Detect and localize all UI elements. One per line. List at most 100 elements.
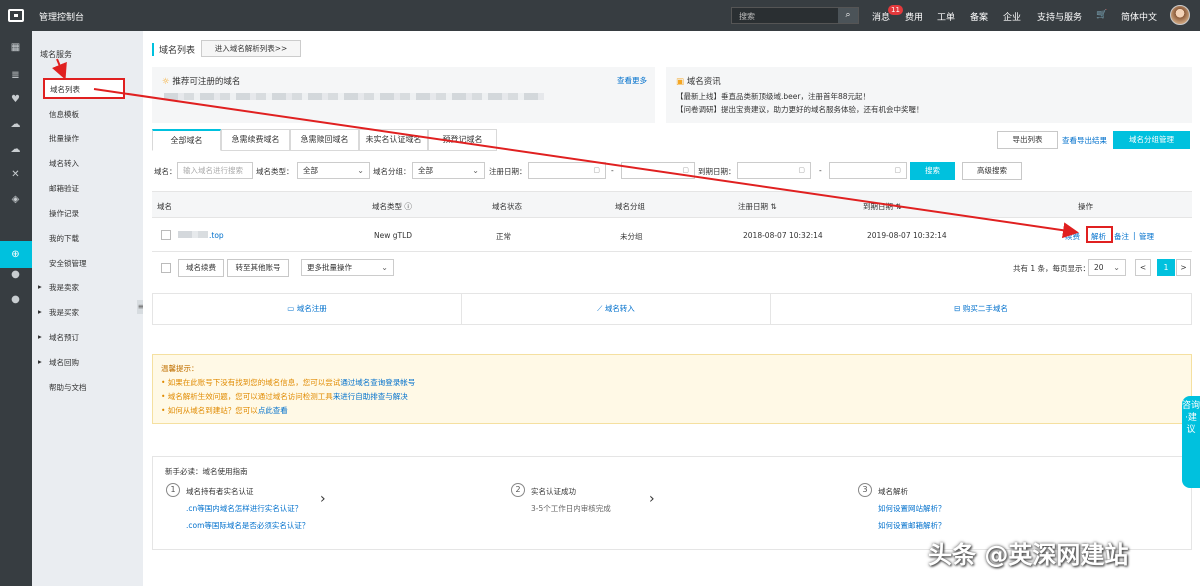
cloud-upload-icon[interactable]: ☁ <box>10 145 21 155</box>
chevron-right-icon[interactable]: ▸ <box>38 307 42 316</box>
group-select[interactable]: 全部 ⌄ <box>412 162 485 179</box>
resolve-link[interactable]: 解析 <box>1091 231 1106 242</box>
consult-tab[interactable]: 咨询·建议 <box>1182 396 1200 488</box>
nav-language[interactable]: 简体中文 <box>1121 10 1157 23</box>
sidebar-item-downloads[interactable]: 我的下载 <box>49 233 79 244</box>
nav-billing[interactable]: 费用 <box>905 10 923 23</box>
avatar[interactable] <box>1170 5 1190 25</box>
domain-name-link[interactable]: .top <box>209 231 224 240</box>
chevron-right-icon[interactable]: ▸ <box>38 332 42 341</box>
renew-link[interactable]: 续费 <box>1065 231 1080 242</box>
nav-support[interactable]: 支持与服务 <box>1037 10 1082 23</box>
tab-unverified[interactable]: 未实名认证域名 <box>359 129 428 151</box>
buy-secondhand-action[interactable]: ⊟ 购买二手域名 <box>771 294 1191 324</box>
chevron-right-icon[interactable]: ▸ <box>38 357 42 366</box>
search-button[interactable]: 搜索 <box>910 162 955 180</box>
select-all-checkbox[interactable] <box>161 263 171 273</box>
prev-page-button[interactable]: < <box>1135 259 1151 276</box>
tip-line-1: • 如果在此账号下没有找到您的域名信息，您可以尝试通过域名查询登录帐号 <box>161 378 416 387</box>
domain-search-input[interactable]: 输入域名进行搜索 <box>177 162 253 179</box>
recommend-more-link[interactable]: 查看更多 <box>617 75 647 86</box>
heart-icon[interactable]: ♥ <box>10 95 21 105</box>
tip-line-2: • 域名解析生效问题，您可以通过域名访问检测工具来进行自助排查与解决 <box>161 392 408 401</box>
sidebar-item-info-template[interactable]: 信息模板 <box>49 109 79 120</box>
bulk-renew-button[interactable]: 域名续费 <box>178 259 224 277</box>
nav-enterprise[interactable]: 企业 <box>1003 10 1021 23</box>
type-label: 域名类型： <box>256 167 294 176</box>
step-2-sub: 3-5个工作日内审核完成 <box>531 504 611 513</box>
circle-icon[interactable]: ● <box>10 295 21 305</box>
sidebar-item-security-lock[interactable]: 安全锁管理 <box>49 258 87 269</box>
messages-badge: 11 <box>888 5 903 15</box>
step-1-link-1[interactable]: .cn等国内域名怎样进行实名认证？ <box>186 503 302 514</box>
sidebar-item-email-verify[interactable]: 邮箱验证 <box>49 183 79 194</box>
step-3-link-2[interactable]: 如何设置邮箱解析？ <box>878 520 946 531</box>
nav-messages[interactable]: 消息 <box>872 10 890 23</box>
sidebar-group-buyback[interactable]: 域名回购 <box>49 357 79 368</box>
nav-icp[interactable]: 备案 <box>970 10 988 23</box>
tab-redeem[interactable]: 急需赎回域名 <box>290 129 359 151</box>
quick-actions: ▭ 域名注册 ⟋ 域名转入 ⊟ 购买二手域名 <box>152 293 1192 325</box>
exp-date-end[interactable]: ▢ <box>829 162 907 179</box>
global-search[interactable]: 搜索 ⌕ <box>731 7 859 24</box>
next-page-button[interactable]: > <box>1176 259 1191 276</box>
cart-icon[interactable]: 🛒 <box>1096 10 1107 20</box>
globe-icon[interactable]: ⊕ <box>10 250 21 260</box>
register-domain-action[interactable]: ▭ 域名注册 <box>153 294 462 324</box>
news-line-1[interactable]: 【最新上线】垂直品类新顶级域.beer，注册首年88元起！ <box>676 91 870 102</box>
search-icon[interactable]: ⌕ <box>838 8 858 23</box>
view-export-link[interactable]: 查看导出结果 <box>1062 135 1107 146</box>
sidebar-group-buyer[interactable]: 我是买家 <box>49 307 79 318</box>
guide-title: 新手必读：域名使用指南 <box>165 467 248 476</box>
reg-date-start[interactable]: ▢ <box>528 162 606 179</box>
row-checkbox[interactable] <box>161 230 171 240</box>
step-3-link-1[interactable]: 如何设置网站解析？ <box>878 503 946 514</box>
tip-link-login[interactable]: 通过域名查询登录帐号 <box>340 378 415 387</box>
news-line-2[interactable]: 【问卷调研】提出宝贵建议，助力更好的域名服务体验，还有机会中奖喔！ <box>676 104 924 115</box>
search-input[interactable]: 搜索 <box>739 11 755 22</box>
tab-all[interactable]: 全部域名 <box>152 129 221 151</box>
sidebar-item-op-log[interactable]: 操作记录 <box>49 208 79 219</box>
console-title[interactable]: 管理控制台 <box>39 10 84 23</box>
tip-link-tool[interactable]: 来进行自助排查与解决 <box>333 392 408 401</box>
calendar-icon: ▢ <box>682 166 689 174</box>
sidebar-group-seller[interactable]: 我是卖家 <box>49 282 79 293</box>
chevron-right-icon[interactable]: ▸ <box>38 282 42 291</box>
remark-link[interactable]: 备注 <box>1114 231 1129 242</box>
page-size-select[interactable]: 20 ⌄ <box>1088 259 1126 276</box>
shuffle-icon[interactable]: ✕ <box>10 170 21 180</box>
list-icon[interactable]: ≣ <box>10 71 21 81</box>
manage-link[interactable]: 管理 <box>1139 231 1154 242</box>
transfer-account-button[interactable]: 转至其他账号 <box>227 259 289 277</box>
aliyun-logo-icon[interactable] <box>8 9 24 22</box>
sidebar-item-batch[interactable]: 批量操作 <box>49 133 79 144</box>
goto-dns-button[interactable]: 进入域名解析列表>> <box>201 40 301 57</box>
cloud-icon[interactable]: ☁ <box>10 120 21 130</box>
sidebar-item-domain-list[interactable]: 域名列表 <box>43 78 125 99</box>
group-manage-button[interactable]: 域名分组管理 <box>1113 131 1190 149</box>
step-1-link-2[interactable]: .com等国际域名是否必须实名认证？ <box>186 520 309 531</box>
sidebar-item-help[interactable]: 帮助与文档 <box>49 382 87 393</box>
tab-renew[interactable]: 急需续费域名 <box>221 129 290 151</box>
layers-icon[interactable]: ◈ <box>10 195 21 205</box>
tip-link-view[interactable]: 点此查看 <box>258 406 288 415</box>
exp-date-start[interactable]: ▢ <box>737 162 811 179</box>
page-1-button[interactable]: 1 <box>1157 259 1175 276</box>
advanced-search-button[interactable]: 高级搜索 <box>962 162 1022 180</box>
calendar-icon: ▢ <box>798 166 805 174</box>
reg-date-end[interactable]: ▢ <box>621 162 695 179</box>
more-batch-select[interactable]: 更多批量操作 ⌄ <box>301 259 394 276</box>
circle-icon[interactable]: ● <box>10 270 21 280</box>
nav-tickets[interactable]: 工单 <box>937 10 955 23</box>
sidebar-group-reserve[interactable]: 域名预订 <box>49 332 79 343</box>
tab-preregister[interactable]: 预登记域名 <box>428 129 497 151</box>
grid-icon[interactable]: ▦ <box>10 43 21 53</box>
col-reg-date[interactable]: 注册日期 ⇅ <box>738 201 777 212</box>
type-select[interactable]: 全部 ⌄ <box>297 162 370 179</box>
gift-icon: ▣ <box>676 77 685 87</box>
export-list-button[interactable]: 导出列表 <box>997 131 1058 149</box>
transfer-in-action[interactable]: ⟋ 域名转入 <box>462 294 771 324</box>
chevron-down-icon: ⌄ <box>1113 263 1120 272</box>
col-exp-date[interactable]: 到期日期 ⇅ <box>863 201 902 212</box>
sidebar-item-transfer-in[interactable]: 域名转入 <box>49 158 79 169</box>
